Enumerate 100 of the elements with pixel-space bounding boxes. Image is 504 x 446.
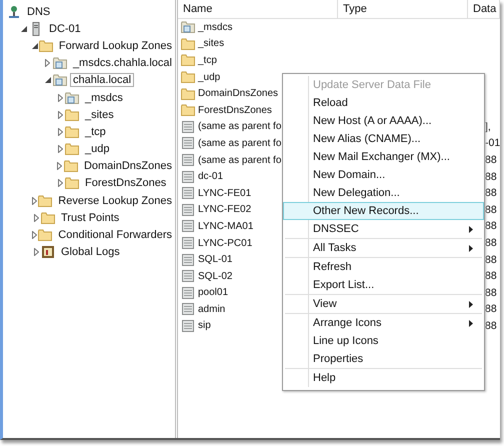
tree-item[interactable]: _msdcs.chahla.local [70,56,175,70]
record-icon [181,219,195,234]
record-name[interactable]: (same as parent fo [198,138,282,149]
expand-triangle-icon[interactable] [58,128,62,136]
tree-item[interactable]: _tcp [82,124,109,139]
menu-item[interactable]: Other New Records... [283,202,484,220]
dns-icon [7,4,21,19]
menu-item[interactable]: New Alias (CNAME)... [285,130,482,148]
tree-item[interactable]: chahla.local [70,73,134,88]
menu-item[interactable]: Export List... [285,276,482,294]
tree-item[interactable]: DomainDnsZones [80,159,175,174]
tree-item[interactable]: _msdcs [82,90,126,105]
record-data: 88 [485,187,497,200]
tree-item[interactable]: _udp [82,142,112,156]
record-icon [181,252,195,267]
record-data: ], [485,120,491,133]
menu-item[interactable]: New Delegation... [285,184,482,202]
menu-item[interactable]: Line up Icons [285,332,482,350]
record-name[interactable]: ForestDnsZones [198,104,272,116]
column-header[interactable]: Name [178,0,338,18]
record-name[interactable]: LYNC-FE02 [198,204,252,216]
folder-icon [181,70,195,84]
record-icon [181,136,195,150]
menu-item[interactable]: Refresh [285,258,482,276]
record-data: 88 [485,286,497,299]
menu-item[interactable]: Properties [285,350,482,368]
menu-item[interactable]: View [285,295,482,313]
zone-folder-icon [181,20,195,34]
expand-triangle-icon[interactable] [34,214,38,222]
record-name[interactable]: SQL-02 [198,270,232,282]
folder-icon [41,210,55,225]
menu-item[interactable]: Help [285,369,482,387]
record-name[interactable]: LYNC-MA01 [198,220,254,232]
expand-triangle-icon[interactable] [45,59,50,68]
expand-triangle-icon[interactable] [58,145,62,154]
record-data: 88 [485,303,497,316]
menu-item[interactable]: Arrange Icons [285,314,482,332]
record-name[interactable]: sip [198,320,211,332]
collapse-triangle-icon[interactable] [45,77,51,84]
record-name[interactable]: _sites [198,38,224,50]
record-name[interactable]: LYNC-FE01 [198,188,252,199]
expand-triangle-icon[interactable] [32,231,38,240]
record-name[interactable]: LYNC-PC01 [198,238,252,249]
menu-item[interactable]: Reload [285,94,482,112]
collapse-triangle-icon[interactable] [21,26,27,32]
record-name[interactable]: SQL-01 [198,254,232,266]
column-header[interactable]: Type [338,0,468,18]
tree-item[interactable]: Trust Points [58,210,122,225]
record-icon [181,302,195,316]
expand-triangle-icon[interactable] [58,110,62,119]
record-icon [181,170,195,184]
zone-folder-icon [53,73,67,88]
tree-item[interactable]: DNS [24,4,54,19]
expand-triangle-icon[interactable] [34,248,38,256]
tree-item[interactable]: Global Logs [58,245,123,260]
record-data: 88 [485,220,497,232]
tree-item[interactable]: _sites [82,108,117,122]
folder-icon [181,36,195,51]
record-icon [181,236,195,250]
folder-icon [181,103,195,118]
menu-item[interactable]: New Mail Exchanger (MX)... [285,148,482,166]
record-name[interactable]: dc-01 [198,171,224,182]
record-name[interactable]: _msdcs [198,22,232,33]
record-name[interactable]: admin [198,304,226,315]
column-header[interactable]: Data [468,0,500,18]
expand-triangle-icon[interactable] [58,94,62,102]
folder-icon [64,159,78,174]
record-data: 88 [485,204,497,216]
record-data: -01 [485,137,500,150]
record-name[interactable]: _udp [198,72,220,83]
expand-triangle-icon[interactable] [56,162,62,170]
submenu-arrow-icon [469,300,473,308]
expand-triangle-icon[interactable] [32,196,38,205]
record-name[interactable]: DomainDnsZones [198,88,278,100]
folder-icon [38,228,52,242]
submenu-arrow-icon [469,226,473,232]
record-icon [181,153,195,168]
menu-item[interactable]: All Tasks [285,239,482,257]
tree-item[interactable]: Forward Lookup Zones [56,38,175,53]
record-name[interactable]: pool01 [198,287,228,298]
tree-item[interactable]: Reverse Lookup Zones [55,194,175,208]
folder-icon [65,108,79,122]
tree-item[interactable]: DC-01 [46,22,84,36]
collapse-triangle-icon[interactable] [32,42,38,49]
submenu-arrow-icon [469,244,473,252]
record-data: 88 [485,320,497,332]
record-name[interactable]: (same as parent fo [198,154,282,166]
tree-item[interactable]: ForestDnsZones [82,176,170,190]
record-name[interactable]: _tcp [198,54,217,66]
menu-item[interactable]: DNSSEC [285,220,482,238]
zone-folder-icon [65,90,79,105]
expand-triangle-icon[interactable] [58,179,62,188]
folder-icon [181,86,195,101]
menu-item[interactable]: New Domain... [285,166,482,184]
tree-item[interactable]: Conditional Forwarders [55,228,175,242]
folder-icon [38,38,53,53]
record-data: 88 [485,254,497,266]
record-name[interactable]: (same as parent fo [198,121,282,132]
menu-item[interactable]: New Host (A or AAAA)... [285,112,482,130]
record-icon [181,286,195,300]
